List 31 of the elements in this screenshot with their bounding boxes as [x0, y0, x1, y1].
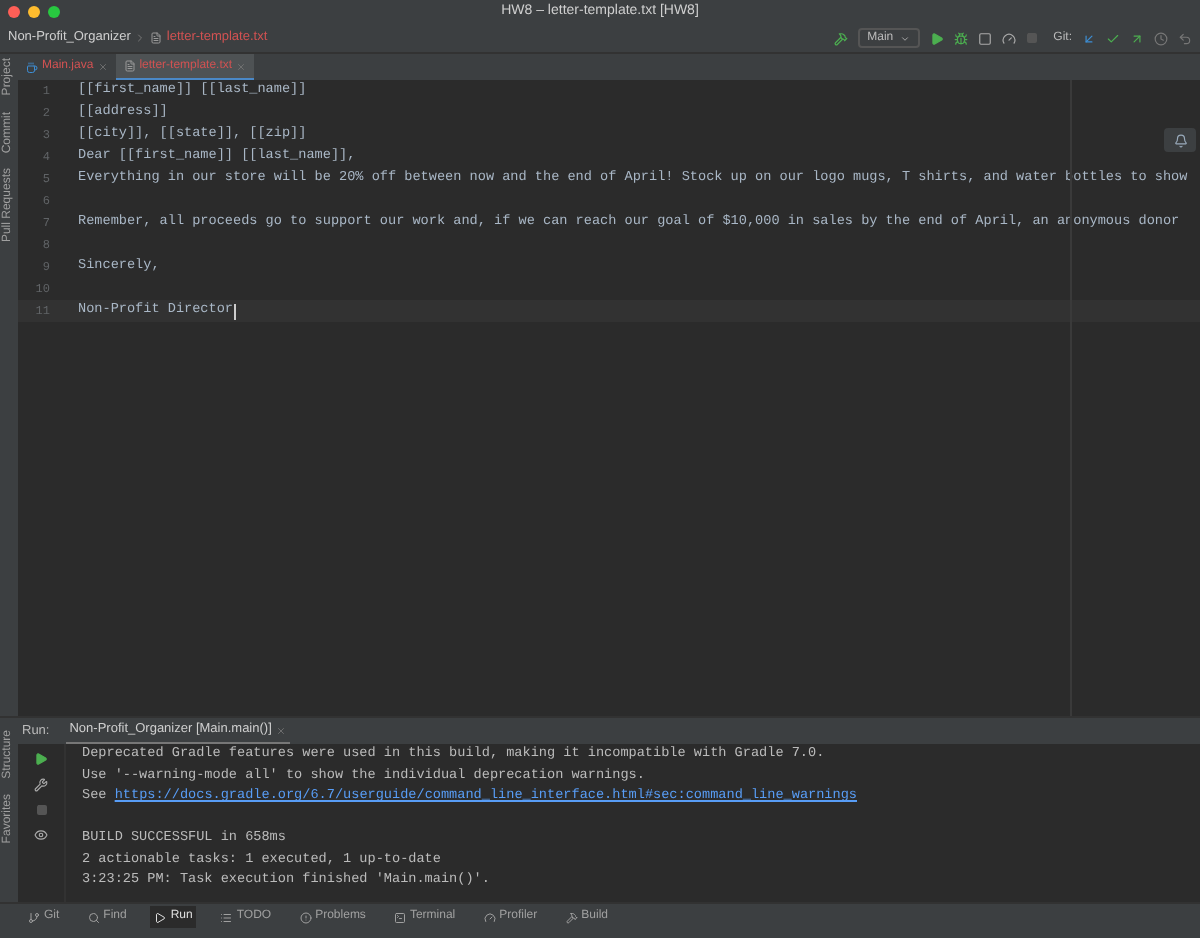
maximize-window-icon[interactable] — [48, 6, 60, 18]
file-icon — [123, 60, 136, 72]
push-icon[interactable] — [1130, 31, 1144, 45]
stop-icon[interactable] — [35, 804, 47, 816]
tool-icon — [220, 911, 233, 923]
commit-icon[interactable] — [1106, 31, 1120, 45]
notification-popup[interactable] — [1164, 128, 1196, 152]
file-icon — [26, 61, 38, 73]
tool-icon — [299, 911, 312, 923]
tool-icon — [483, 911, 496, 923]
build-icon[interactable] — [833, 31, 848, 45]
tool-icon — [154, 911, 167, 923]
chevron-icon — [134, 32, 147, 44]
rollback-icon[interactable] — [1178, 31, 1192, 45]
eye-icon[interactable] — [34, 828, 48, 842]
wrench-icon[interactable] — [34, 778, 48, 792]
rerun-icon[interactable] — [34, 752, 48, 766]
tool-icon — [87, 911, 100, 923]
notification-icon — [1173, 133, 1187, 147]
update-icon[interactable] — [1082, 31, 1096, 45]
close-window-icon[interactable] — [8, 6, 20, 18]
history-icon[interactable] — [1154, 31, 1168, 45]
debug-icon[interactable] — [953, 31, 968, 45]
file-icon — [150, 32, 163, 44]
text-cursor — [233, 303, 235, 319]
tool-icon — [393, 911, 406, 923]
tool-icon — [565, 911, 578, 923]
run-icon[interactable] — [929, 31, 944, 45]
minimize-window-icon[interactable] — [28, 6, 40, 18]
tool-icon — [28, 911, 40, 923]
caret-icon — [899, 33, 910, 43]
